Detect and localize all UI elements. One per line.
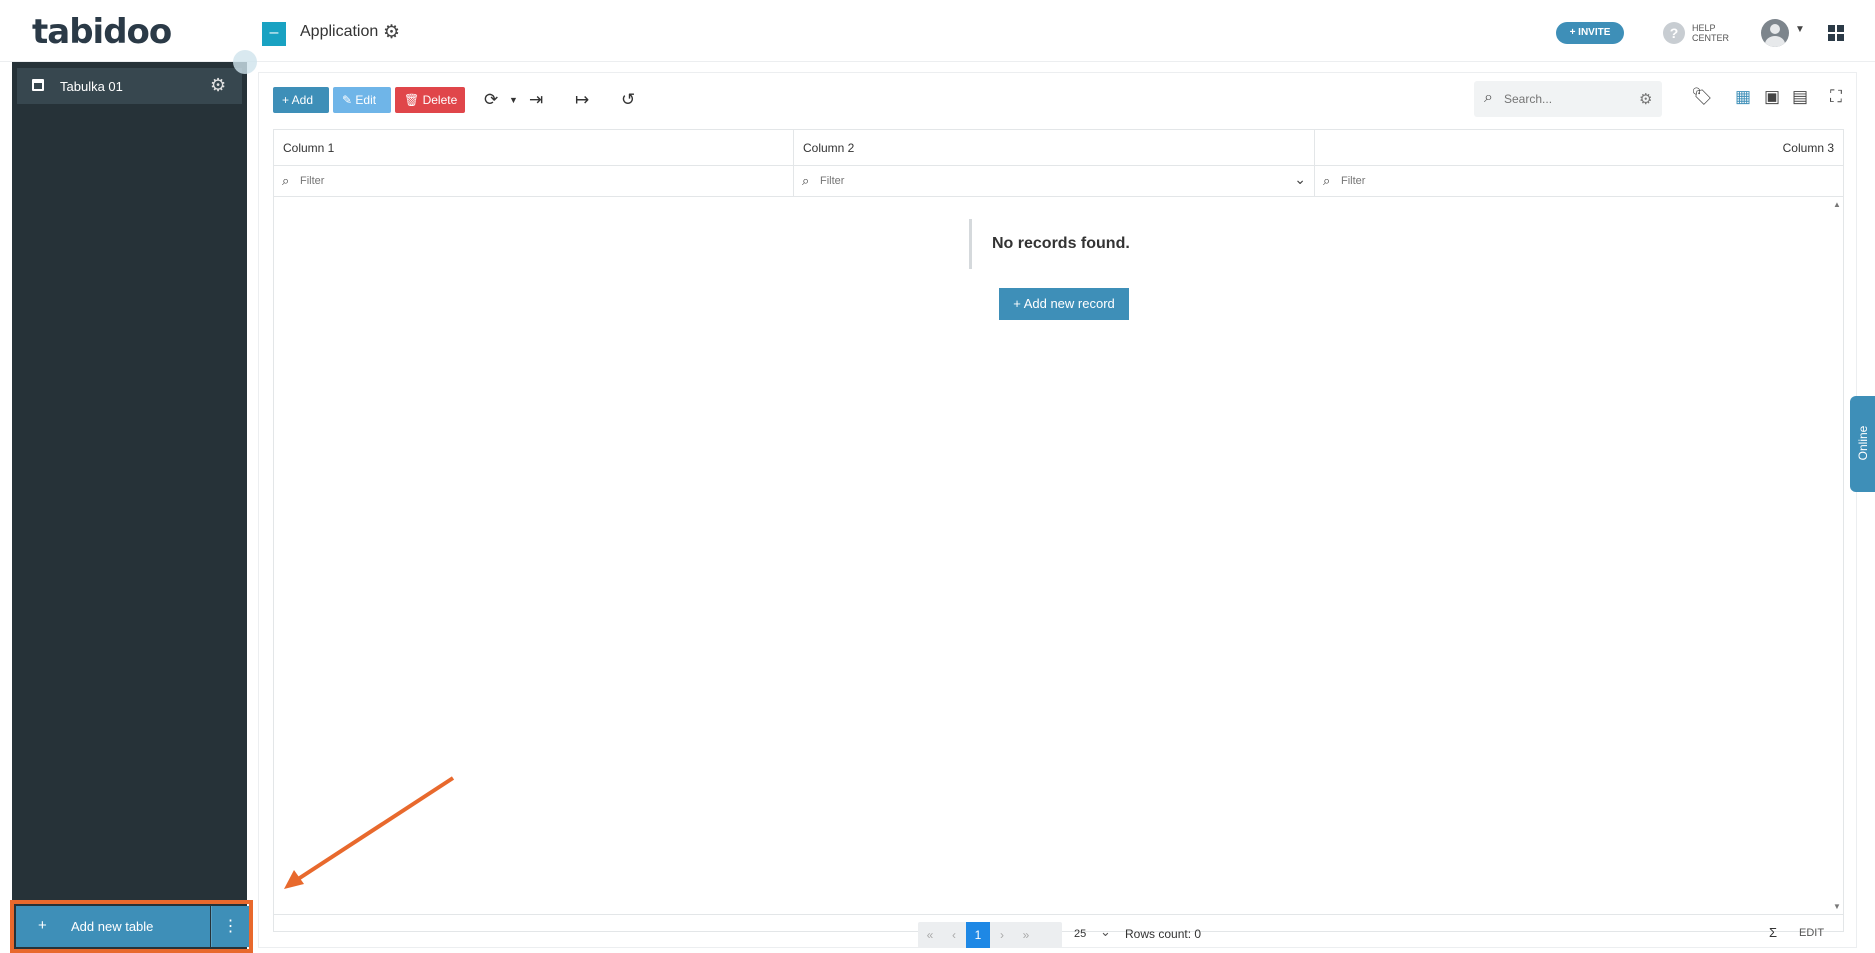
edit-button[interactable]: ✎ Edit	[333, 87, 391, 113]
refresh-dropdown-icon[interactable]: ▼	[509, 95, 518, 105]
calendar-icon	[32, 79, 44, 91]
online-label: Online	[1856, 425, 1870, 461]
next-page-button[interactable]: ›	[990, 922, 1014, 948]
card-view-icon[interactable]: ▣	[1764, 87, 1780, 107]
filter-input-1[interactable]	[300, 173, 500, 189]
add-new-table-label: Add new table	[71, 919, 154, 934]
annotation-arrow	[284, 776, 455, 889]
user-avatar[interactable]	[1761, 19, 1789, 47]
add-table-highlight: + Add new table ⋮	[10, 900, 253, 953]
fullscreen-icon[interactable]: ⛶	[1830, 87, 1842, 107]
footer-edit-button[interactable]: EDIT	[1799, 927, 1824, 939]
avatar-dropdown-icon[interactable]: ▼	[1795, 24, 1805, 35]
filter-cell-3: ⌕	[1315, 166, 1843, 197]
top-bar: tabidoo – Application ⚙ + INVITE ? HELP …	[0, 0, 1875, 62]
refresh-icon[interactable]: ⟳	[484, 90, 498, 110]
help-label-line2: CENTER	[1692, 33, 1730, 43]
online-chat-tab[interactable]: Online	[1850, 396, 1875, 492]
filter-input-2[interactable]	[820, 173, 1020, 189]
export-icon[interactable]: ↦	[575, 90, 589, 110]
current-page-button[interactable]: 1	[966, 922, 990, 948]
filter-row: ⌕ ⌕ ⌄ ⌕	[274, 166, 1843, 197]
more-options-icon[interactable]: ⋮	[211, 906, 249, 947]
app-settings-gear-icon[interactable]: ⚙	[383, 21, 400, 44]
table-settings-gear-icon[interactable]: ⚙	[210, 75, 226, 96]
add-button[interactable]: + Add	[273, 87, 329, 113]
sum-icon[interactable]: Σ	[1769, 925, 1777, 940]
search-icon: ⌕	[1484, 89, 1493, 106]
delete-button[interactable]: 🗑 Delete	[395, 87, 465, 113]
sidebar-collapse-handle[interactable]	[233, 50, 257, 74]
scroll-down-icon[interactable]: ▼	[1833, 902, 1841, 911]
data-table: Column 1 Column 2 Column 3 ⌕ ⌕ ⌄ ⌕ No re…	[273, 129, 1844, 948]
table-footer: « ‹ 1 › » 25 ⌄ Rows count: 0 Σ EDIT	[274, 914, 1843, 952]
column-header-2[interactable]: Column 2	[794, 130, 1315, 166]
filter-input-3[interactable]	[1341, 173, 1541, 189]
filter-search-icon: ⌕	[1323, 173, 1331, 188]
table-view-icon[interactable]: ▦	[1735, 87, 1751, 107]
app-title: Application	[300, 23, 379, 40]
rows-count: Rows count: 0	[1125, 927, 1202, 941]
apps-grid-icon[interactable]	[1828, 25, 1844, 41]
pagination: « ‹ 1 › »	[918, 922, 1062, 948]
prev-page-button[interactable]: ‹	[942, 922, 966, 948]
help-icon[interactable]: ?	[1663, 22, 1685, 44]
chevron-down-icon[interactable]: ⌄	[1294, 171, 1306, 188]
first-page-button[interactable]: «	[918, 922, 942, 948]
import-icon[interactable]: ⇥	[529, 90, 543, 110]
vertical-scrollbar[interactable]: ▲ ▼	[1831, 198, 1843, 914]
search-box: ⌕ ⚙	[1474, 81, 1662, 117]
column-header-3[interactable]: Column 3	[1315, 130, 1843, 166]
help-center-link[interactable]: HELP CENTER	[1692, 23, 1729, 43]
invite-button[interactable]: + INVITE	[1556, 22, 1624, 44]
sidebar: Tabulka 01 ⚙	[12, 62, 247, 953]
filter-search-icon: ⌕	[802, 173, 810, 188]
sidebar-item-tabulka-01[interactable]: Tabulka 01 ⚙	[17, 68, 242, 104]
sidebar-item-label: Tabulka 01	[60, 79, 123, 94]
scroll-up-icon[interactable]: ▲	[1833, 200, 1841, 209]
filter-cell-2: ⌕ ⌄	[794, 166, 1315, 197]
history-icon[interactable]: ↺	[621, 90, 635, 110]
add-new-record-button[interactable]: + Add new record	[999, 288, 1129, 320]
filter-cell-1: ⌕	[274, 166, 794, 197]
main-panel: + Add ✎ Edit 🗑 Delete ⟳ ▼ ⇥ ↦ ↺ ⌕ ⚙ 🏷 ▦ …	[258, 72, 1857, 948]
column-header-1[interactable]: Column 1	[274, 130, 794, 166]
search-input[interactable]	[1504, 89, 1624, 109]
plus-icon: +	[38, 917, 47, 934]
table-header: Column 1 Column 2 Column 3	[274, 130, 1843, 166]
tabidoo-logo[interactable]: tabidoo	[32, 12, 172, 52]
help-label-line1: HELP	[1692, 23, 1716, 33]
chevron-down-icon[interactable]: ⌄	[1100, 924, 1111, 940]
last-page-button[interactable]: »	[1014, 922, 1038, 948]
empty-message: No records found.	[969, 219, 1149, 269]
tag-icon[interactable]: 🏷	[1691, 87, 1713, 107]
search-settings-icon[interactable]: ⚙	[1639, 90, 1652, 108]
sidebar-toggle-button[interactable]: –	[262, 22, 286, 46]
page-size-select[interactable]: 25	[1074, 928, 1086, 940]
filter-search-icon: ⌕	[282, 173, 290, 188]
add-new-table-button[interactable]: + Add new table	[16, 906, 210, 947]
calendar-view-icon[interactable]: ▤	[1792, 87, 1808, 107]
